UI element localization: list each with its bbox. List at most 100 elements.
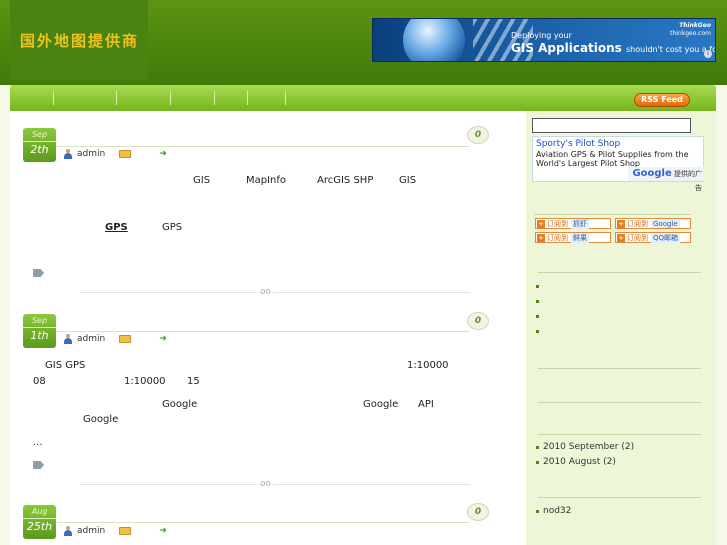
subscribe-service: 抓虾 <box>571 218 589 229</box>
gps-link[interactable]: GPS <box>94 222 147 233</box>
post-date-badge: Sep 1th <box>23 314 56 348</box>
subscribe-service: 鲜果 <box>571 232 589 243</box>
banner-brand-name: ThinkGeo <box>679 22 711 29</box>
post-text: GIS GPS <box>45 360 86 371</box>
google-logo: Google <box>632 168 672 179</box>
nav-separator <box>170 91 171 105</box>
post-month: Aug <box>31 507 48 516</box>
post-title-rule <box>57 522 469 523</box>
post-text: Google <box>83 414 119 425</box>
user-icon <box>63 526 73 536</box>
post-day: 1th <box>23 327 56 342</box>
sidebar-section-rule <box>538 402 701 403</box>
site-title[interactable]: 国外地图提供商 <box>20 30 139 51</box>
folder-icon <box>119 150 132 158</box>
banner-headline: GIS Applications shouldn't cost you a fo… <box>511 41 715 55</box>
nav-separator <box>247 91 248 105</box>
post-date-badge: Aug 25th <box>23 505 56 539</box>
post-author[interactable]: admin <box>77 334 105 344</box>
post-meta: admin ➜ <box>63 525 167 537</box>
list-bullet <box>536 461 539 464</box>
list-bullet <box>536 510 539 513</box>
folder-icon <box>119 335 132 343</box>
subscribe-google-button[interactable]: + 订阅到 Google <box>615 218 691 229</box>
arrow-right-icon[interactable]: ➜ <box>159 149 167 159</box>
nav-bar <box>10 85 716 111</box>
post-author[interactable]: admin <box>77 149 105 159</box>
post-title-rule <box>57 146 469 147</box>
search-input[interactable] <box>532 118 691 133</box>
comment-count-bubble[interactable]: 0 <box>467 312 489 330</box>
nav-separator <box>285 91 286 105</box>
sidebar-section-rule <box>538 434 701 435</box>
post-text: GIS <box>399 175 417 186</box>
read-more-ellipsis[interactable]: ... <box>33 437 43 448</box>
user-icon <box>63 149 73 159</box>
subscribe-prefix: 订阅到 <box>547 233 568 242</box>
list-bullet <box>536 446 539 449</box>
subscribe-prefix: 订阅到 <box>627 233 648 242</box>
archive-link[interactable]: 2010 September (2) <box>543 442 634 452</box>
banner-ad[interactable]: Deploying your GIS Applications shouldn'… <box>372 18 716 62</box>
post-month: Sep <box>31 130 48 139</box>
plus-icon: + <box>617 233 625 242</box>
post-text: Google <box>363 399 399 410</box>
post-text: GIS <box>193 175 211 186</box>
folder-icon <box>119 527 132 535</box>
sidebar-section-rule <box>538 272 701 273</box>
post-text: 1:10000 <box>124 376 166 387</box>
subscribe-zhuaxia-button[interactable]: + 订阅到 抓虾 <box>535 218 611 229</box>
sidebar-ad[interactable]: Sporty's Pilot Shop Aviation GPS & Pilot… <box>532 136 704 192</box>
post-text: GPS <box>162 222 183 233</box>
subscribe-qqmail-button[interactable]: + 订阅到 QQ邮箱 <box>615 232 691 243</box>
arrow-right-icon[interactable]: ➜ <box>159 526 167 536</box>
comment-count-bubble[interactable]: 0 <box>467 126 489 144</box>
post-divider <box>80 292 470 293</box>
nav-separator <box>214 91 215 105</box>
list-bullet <box>536 285 539 288</box>
post-text: 1:10000 <box>407 360 449 371</box>
blogroll-link[interactable]: nod32 <box>543 506 571 516</box>
subscribe-service: QQ邮箱 <box>651 232 681 243</box>
banner-headline-main: GIS Applications <box>511 41 622 55</box>
list-bullet <box>536 315 539 318</box>
divider-ornament: oo <box>258 287 274 297</box>
post-day: 25th <box>23 518 56 533</box>
subscribe-xianguo-button[interactable]: + 订阅到 鲜果 <box>535 232 611 243</box>
ad-text: Aviation GPS & Pilot Supplies from the W… <box>536 150 689 168</box>
ad-info-icon[interactable]: i <box>704 50 712 58</box>
post-text: ArcGIS SHP <box>317 175 374 186</box>
ad-title[interactable]: Sporty's Pilot Shop <box>536 139 620 149</box>
banner-brand: ThinkGeo thinkgeo.com <box>670 22 711 38</box>
post-text: MapInfo <box>246 175 287 186</box>
banner-brand-url: thinkgeo.com <box>670 30 711 37</box>
list-bullet <box>536 330 539 333</box>
post-divider <box>80 484 470 485</box>
ad-footer[interactable]: Google 提供的广告 <box>628 167 704 192</box>
sidebar-section-rule <box>538 497 701 498</box>
arrow-right-icon[interactable]: ➜ <box>159 334 167 344</box>
post-text: API <box>418 399 434 410</box>
comment-count-bubble[interactable]: 0 <box>467 503 489 521</box>
nav-separator <box>116 91 117 105</box>
plus-icon: + <box>617 219 625 228</box>
subscribe-prefix: 订阅到 <box>627 219 648 228</box>
subscribe-prefix: 订阅到 <box>547 219 568 228</box>
post-month: Sep <box>31 316 48 325</box>
rss-feed-button[interactable]: RSS Feed <box>634 93 690 107</box>
list-bullet <box>536 300 539 303</box>
post-title-rule <box>57 331 469 332</box>
nav-separator <box>53 91 54 105</box>
banner-headline-tail: shouldn't cost you a fortune <box>626 45 715 54</box>
archive-link[interactable]: 2010 August (2) <box>543 457 616 467</box>
post-meta: admin ➜ <box>63 148 167 160</box>
post-text: 15 <box>187 376 200 387</box>
divider-ornament: oo <box>258 479 274 489</box>
subscribe-service: Google <box>651 219 680 228</box>
banner-small-text: Deploying your <box>511 31 572 40</box>
globe-graphic <box>403 19 465 61</box>
post-date-badge: Sep 2th <box>23 128 56 162</box>
sidebar-section-rule <box>538 368 701 369</box>
user-icon <box>63 334 73 344</box>
post-author[interactable]: admin <box>77 526 105 536</box>
